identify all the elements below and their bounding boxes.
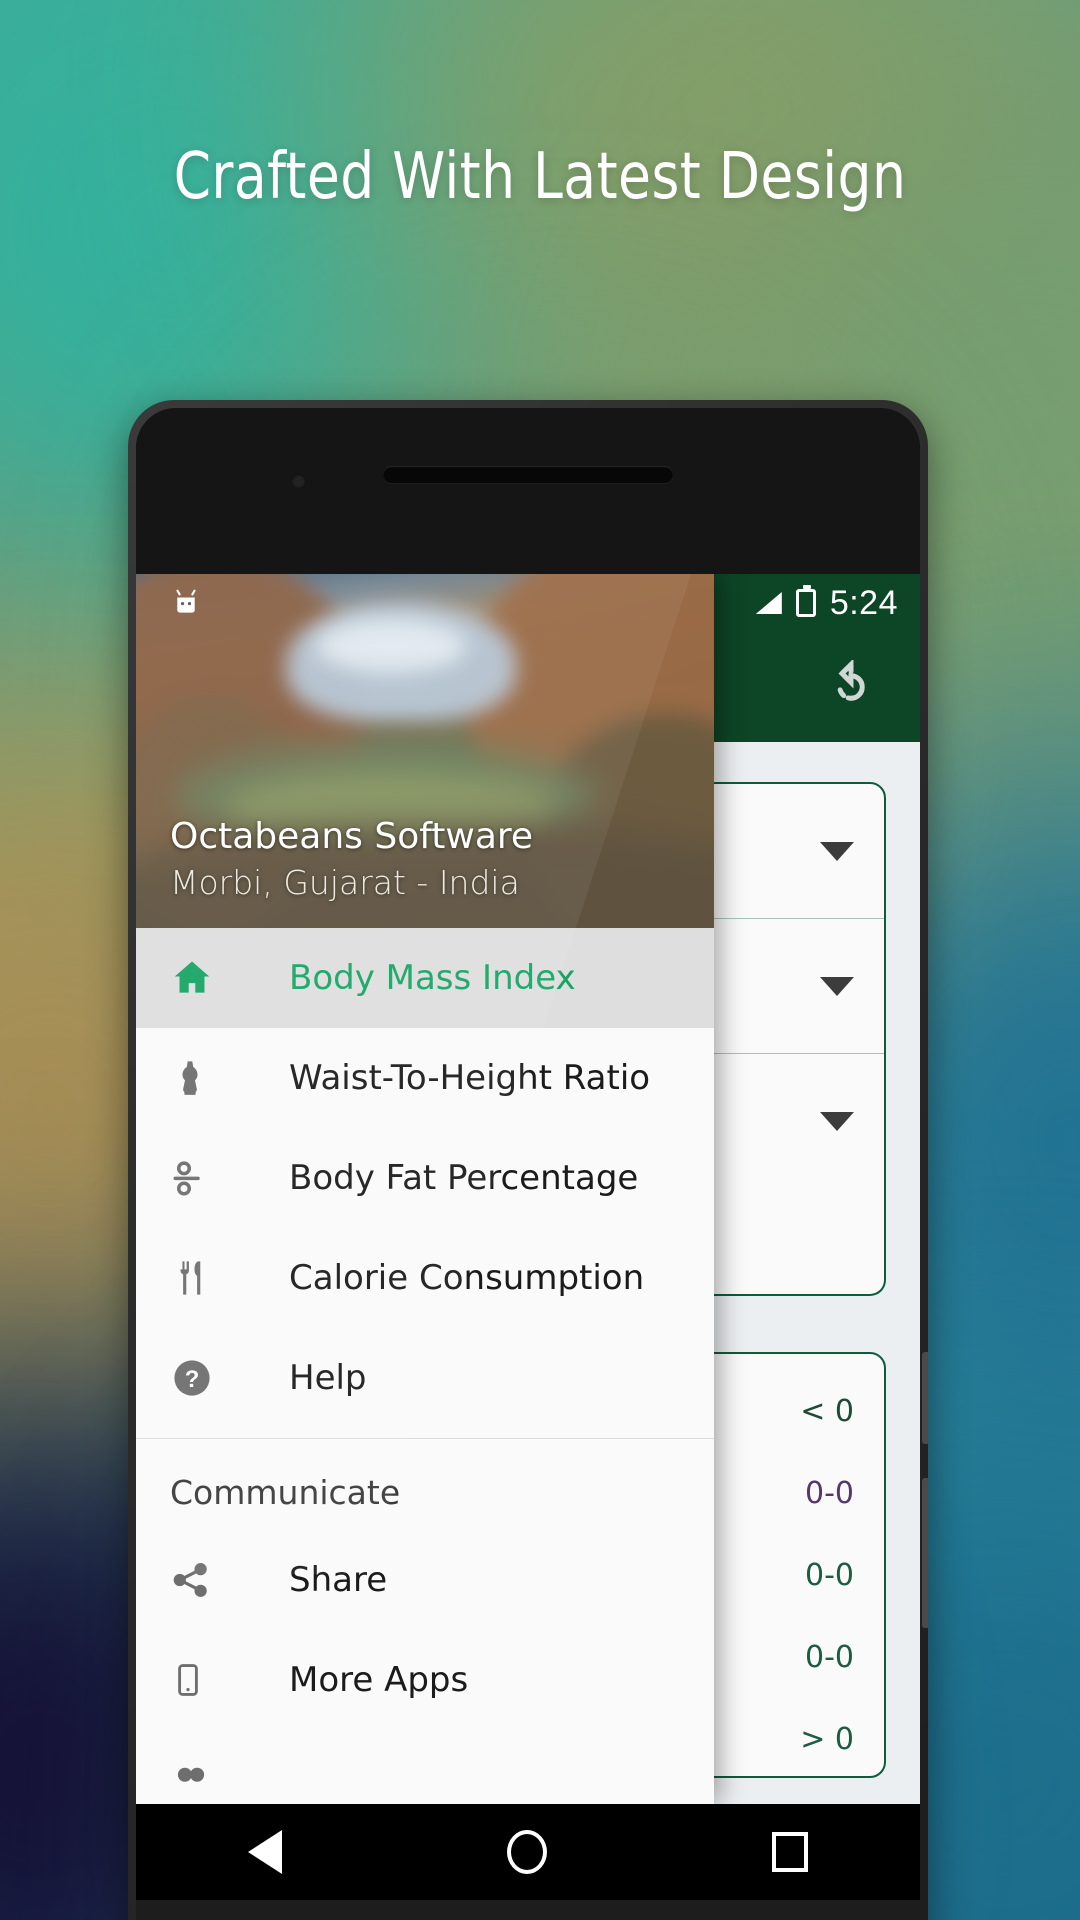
scale-range: 0-0 [805,1557,854,1593]
sidebar-item-label: More Apps [289,1660,469,1700]
sidebar-item-more-apps[interactable]: More Apps [136,1630,714,1730]
header-image-cloud [316,620,466,672]
home-icon [170,956,234,1000]
sidebar-item-body-mass-index[interactable]: Body Mass Index [136,928,714,1028]
reset-rotate-icon[interactable] [824,660,878,714]
sidebar-item-label: Share [289,1560,388,1600]
signal-bars-icon [755,592,782,614]
scale-range: < 0 [800,1393,854,1429]
sidebar-item-waist-to-height-ratio[interactable]: Waist-To-Height Ratio [136,1028,714,1128]
percent-icon [170,1157,234,1199]
drawer-section-title: Communicate [170,1473,401,1512]
earpiece-speaker [383,466,673,483]
share-icon [170,1559,234,1601]
sidebar-item-help[interactable]: ? Help [136,1328,714,1428]
status-bar-clock: 5:24 [829,583,898,622]
power-button[interactable] [922,1478,928,1628]
navigation-drawer[interactable]: Octabeans Software Morbi, Gujarat - Indi… [136,574,714,1804]
drawer-header: Octabeans Software Morbi, Gujarat - Indi… [136,574,714,928]
home-circle-icon[interactable] [506,1830,547,1874]
sidebar-item-calorie-consumption[interactable]: Calorie Consumption [136,1228,714,1328]
cutlery-icon [170,1256,234,1300]
phone-body: ⚡ 5:24 < 0 0-0 0-0 0-0 > 0 Octabeans Sof… [136,408,920,1920]
scale-range: > 0 [800,1721,854,1757]
phone-top-bezel [136,408,920,574]
headline-text: Crafted With Latest Design [173,140,907,214]
recents-square-icon[interactable] [771,1832,808,1872]
sidebar-item-body-fat-percentage[interactable]: Body Fat Percentage [136,1128,714,1228]
sidebar-item-label: Body Fat Percentage [289,1158,639,1198]
account-name: Octabeans Software [170,816,534,857]
sidebar-item-label: Calorie Consumption [289,1258,645,1298]
phone-mockup: ⚡ 5:24 < 0 0-0 0-0 0-0 > 0 Octabeans Sof… [128,400,928,1920]
help-circle-icon: ? [170,1356,234,1400]
scale-range: 0-0 [805,1475,854,1511]
drawer-item-list: Body Mass Index Waist-To-Height Ratio Bo… [136,928,714,1804]
front-camera-icon [291,474,306,489]
chevron-down-icon[interactable] [820,977,854,996]
drawer-account-block: Octabeans Software Morbi, Gujarat - Indi… [170,816,533,902]
chevron-down-icon[interactable] [820,1112,854,1131]
phone-screen: ⚡ 5:24 < 0 0-0 0-0 0-0 > 0 Octabeans Sof… [136,574,920,1804]
sidebar-item-label: Body Mass Index [289,958,576,998]
scale-range: 0-0 [805,1639,854,1675]
sidebar-item-partial[interactable] [136,1730,714,1804]
chevron-down-icon[interactable] [820,842,854,861]
svg-text:?: ? [185,1366,200,1393]
sidebar-item-label: Help [289,1358,367,1398]
mannequin-icon [170,1056,234,1100]
android-navigation-bar [136,1804,920,1900]
mobile-phone-icon [170,1658,234,1702]
back-triangle-icon[interactable] [248,1830,283,1874]
android-robot-icon [176,589,196,613]
sidebar-item-label: Waist-To-Height Ratio [289,1058,651,1098]
sidebar-item-share[interactable]: Share [136,1530,714,1630]
battery-charging-icon: ⚡ [795,585,816,617]
partial-icon [170,1759,234,1801]
volume-button[interactable] [922,1352,928,1444]
bolt-glyph: ⚡ [799,592,813,613]
account-location: Morbi, Gujarat - India [170,863,520,902]
